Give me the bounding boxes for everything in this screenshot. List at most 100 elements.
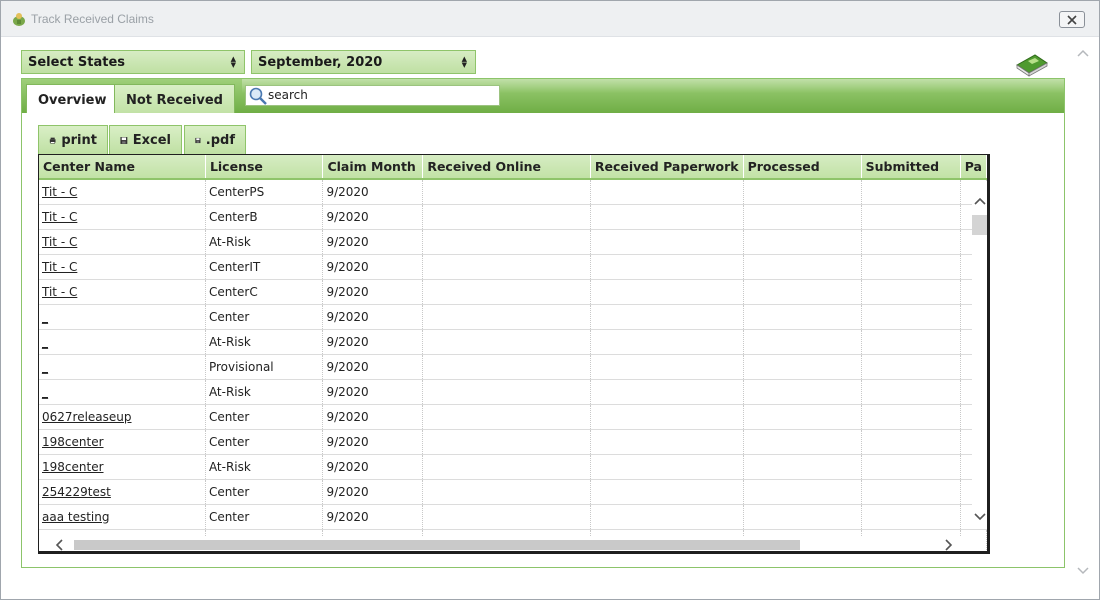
center-name-link[interactable]: Tit - C [42, 285, 77, 299]
tab-not-received[interactable]: Not Received [114, 84, 235, 113]
submitted-cell [861, 379, 961, 405]
column-header[interactable]: Processed [743, 155, 862, 180]
received-paperwork-cell [590, 304, 744, 330]
table-row[interactable]: 198center Center 9/2020 [39, 429, 987, 455]
chevron-up-icon[interactable] [1077, 49, 1089, 57]
tab-overview[interactable]: Overview [26, 84, 119, 113]
center-name-cell: Tit - C [39, 204, 206, 230]
horizontal-scrollbar[interactable] [39, 536, 985, 551]
center-name-link[interactable]: Tit - C [42, 260, 77, 274]
table-row[interactable]: Tit - C CenterB 9/2020 [39, 204, 987, 230]
table-row[interactable]: 254229test Center 9/2020 [39, 479, 987, 505]
claim-month-cell: 9/2020 [322, 229, 424, 255]
table-header-row: Center Name License Claim Month Received… [39, 155, 987, 180]
column-header[interactable]: Received Paperwork [590, 155, 744, 180]
table-row[interactable]: Tit - C At-Risk 9/2020 [39, 229, 987, 255]
state-select[interactable]: Select States ▲ ▼ [21, 50, 245, 74]
page-scrollbar[interactable] [1075, 45, 1091, 585]
column-header[interactable]: Pa [960, 155, 987, 180]
license-cell: At-Risk [205, 229, 324, 255]
received-online-cell [422, 304, 591, 330]
chevron-down-icon[interactable] [974, 513, 986, 521]
processed-cell [743, 304, 862, 330]
submitted-cell [861, 304, 961, 330]
center-name-link[interactable]: 198center [42, 435, 104, 449]
table-row[interactable]: _ At-Risk 9/2020 [39, 329, 987, 355]
state-select-value: Select States [28, 55, 126, 70]
submitted-cell [861, 504, 961, 530]
column-header[interactable]: License [205, 155, 324, 180]
column-header[interactable]: Submitted [861, 155, 961, 180]
received-online-cell [422, 504, 591, 530]
table-row[interactable]: aaa testing Center 9/2020 [39, 504, 987, 530]
close-button[interactable] [1059, 11, 1085, 28]
center-name-link[interactable]: 254229test [42, 485, 111, 499]
center-name-link[interactable]: _ [42, 385, 48, 399]
scroll-thumb[interactable] [74, 540, 800, 550]
chevron-right-icon[interactable] [945, 539, 953, 551]
book-icon[interactable] [1015, 51, 1049, 77]
processed-cell [743, 504, 862, 530]
center-name-cell: 254229test [39, 479, 206, 505]
claim-month-cell: 9/2020 [322, 429, 424, 455]
received-paperwork-cell [590, 379, 744, 405]
processed-cell [743, 404, 862, 430]
license-cell: Center [205, 304, 324, 330]
center-name-link[interactable]: _ [42, 310, 48, 324]
center-name-link[interactable]: Tit - C [42, 210, 77, 224]
table-row[interactable]: 198center At-Risk 9/2020 [39, 454, 987, 480]
chevron-down-icon[interactable] [1077, 567, 1089, 575]
received-online-cell [422, 229, 591, 255]
center-name-link[interactable]: _ [42, 360, 48, 374]
search-input[interactable]: search [245, 85, 500, 106]
received-paperwork-cell [590, 229, 744, 255]
center-name-link[interactable]: Tit - C [42, 185, 77, 199]
table-row[interactable]: _ Center 9/2020 [39, 304, 987, 330]
center-name-link[interactable]: _ [42, 335, 48, 349]
table-row[interactable]: Tit - C CenterC 9/2020 [39, 279, 987, 305]
table-row[interactable]: _ Provisional 9/2020 [39, 354, 987, 380]
table-row[interactable]: 0627releaseup Center 9/2020 [39, 404, 987, 430]
center-name-link[interactable]: 198center [42, 460, 104, 474]
print-button[interactable]: print [38, 125, 108, 155]
app-icon [13, 13, 25, 26]
license-cell: Center [205, 404, 324, 430]
claim-month-cell: 9/2020 [322, 354, 424, 380]
processed-cell [743, 479, 862, 505]
scroll-thumb[interactable] [972, 215, 987, 235]
center-name-link[interactable]: Tit - C [42, 235, 77, 249]
table-row[interactable]: _ At-Risk 9/2020 [39, 379, 987, 405]
submitted-cell [861, 479, 961, 505]
claim-month-cell: 9/2020 [322, 379, 424, 405]
close-icon [1067, 14, 1077, 25]
center-name-link[interactable]: aaa testing [42, 510, 109, 524]
month-select[interactable]: September, 2020 ▲ ▼ [251, 50, 476, 74]
received-online-cell [422, 254, 591, 280]
chevron-up-icon[interactable] [974, 197, 986, 205]
license-cell: CenterIT [205, 254, 324, 280]
center-name-cell: 0627releaseup [39, 404, 206, 430]
pdf-button[interactable]: .pdf [184, 125, 246, 155]
claim-month-cell: 9/2020 [322, 304, 424, 330]
table-row[interactable]: Tit - C CenterPS 9/2020 [39, 179, 987, 205]
received-online-cell [422, 179, 591, 205]
excel-button[interactable]: Excel [109, 125, 182, 155]
column-header[interactable]: Center Name [39, 155, 206, 180]
submitted-cell [861, 454, 961, 480]
chevron-left-icon[interactable] [55, 539, 63, 551]
center-name-link[interactable]: 0627releaseup [42, 410, 132, 424]
column-header[interactable]: Received Online [422, 155, 591, 180]
table-row[interactable]: Tit - C CenterIT 9/2020 [39, 254, 987, 280]
claims-grid: Center Name License Claim Month Received… [38, 154, 990, 554]
claim-month-cell: 9/2020 [322, 204, 424, 230]
submitted-cell [861, 429, 961, 455]
submitted-cell [861, 404, 961, 430]
save-icon [195, 137, 201, 143]
center-name-cell: Tit - C [39, 179, 206, 205]
license-cell: At-Risk [205, 454, 324, 480]
column-header[interactable]: Claim Month [322, 155, 424, 180]
received-paperwork-cell [590, 404, 744, 430]
submitted-cell [861, 329, 961, 355]
vertical-scrollbar[interactable] [972, 181, 987, 529]
license-cell: CenterC [205, 279, 324, 305]
